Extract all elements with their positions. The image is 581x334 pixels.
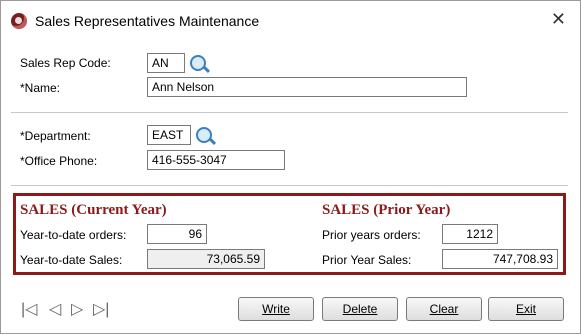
prior-sales-label: Prior Year Sales: xyxy=(322,253,412,267)
prior-orders-label: Prior years orders: xyxy=(322,228,421,242)
title-bar: Sales Representatives Maintenance ✕ xyxy=(1,1,580,39)
sales-rep-code-field[interactable]: AN xyxy=(147,53,185,73)
department-field[interactable]: EAST xyxy=(147,125,191,145)
window-title: Sales Representatives Maintenance xyxy=(35,13,260,29)
sales-rep-lookup-search-icon[interactable] xyxy=(190,55,206,71)
department-lookup-search-icon[interactable] xyxy=(196,127,212,143)
app-icon xyxy=(11,13,27,29)
divider xyxy=(11,185,568,186)
first-record-icon[interactable]: |◁ xyxy=(21,299,37,319)
maintenance-window: Sales Representatives Maintenance ✕ Sale… xyxy=(0,0,581,334)
sales-current-heading: SALES (Current Year) xyxy=(20,202,167,218)
sales-rep-code-label: Sales Rep Code: xyxy=(20,56,111,70)
sales-prior-heading: SALES (Prior Year) xyxy=(322,202,451,218)
exit-button[interactable]: Exit xyxy=(488,297,564,321)
write-button[interactable]: Write xyxy=(238,297,314,321)
department-label: *Department: xyxy=(20,129,91,143)
ytd-sales-field: 73,065.59 xyxy=(147,249,265,269)
ytd-orders-field[interactable]: 96 xyxy=(147,224,207,244)
ytd-sales-label: Year-to-date Sales: xyxy=(20,253,123,267)
close-icon[interactable]: ✕ xyxy=(551,9,566,29)
divider xyxy=(11,112,568,113)
name-label: *Name: xyxy=(20,81,61,95)
last-record-icon[interactable]: ▷| xyxy=(93,299,109,319)
office-phone-label: *Office Phone: xyxy=(20,154,98,168)
office-phone-field[interactable]: 416-555-3047 xyxy=(147,150,285,170)
previous-record-icon[interactable]: ◁ xyxy=(49,299,61,319)
clear-button[interactable]: Clear xyxy=(406,297,482,321)
prior-sales-field[interactable]: 747,708.93 xyxy=(442,249,558,269)
delete-button[interactable]: Delete xyxy=(322,297,398,321)
name-field[interactable]: Ann Nelson xyxy=(147,77,467,97)
next-record-icon[interactable]: ▷ xyxy=(71,299,83,319)
ytd-orders-label: Year-to-date orders: xyxy=(20,228,127,242)
prior-orders-field[interactable]: 1212 xyxy=(442,224,498,244)
